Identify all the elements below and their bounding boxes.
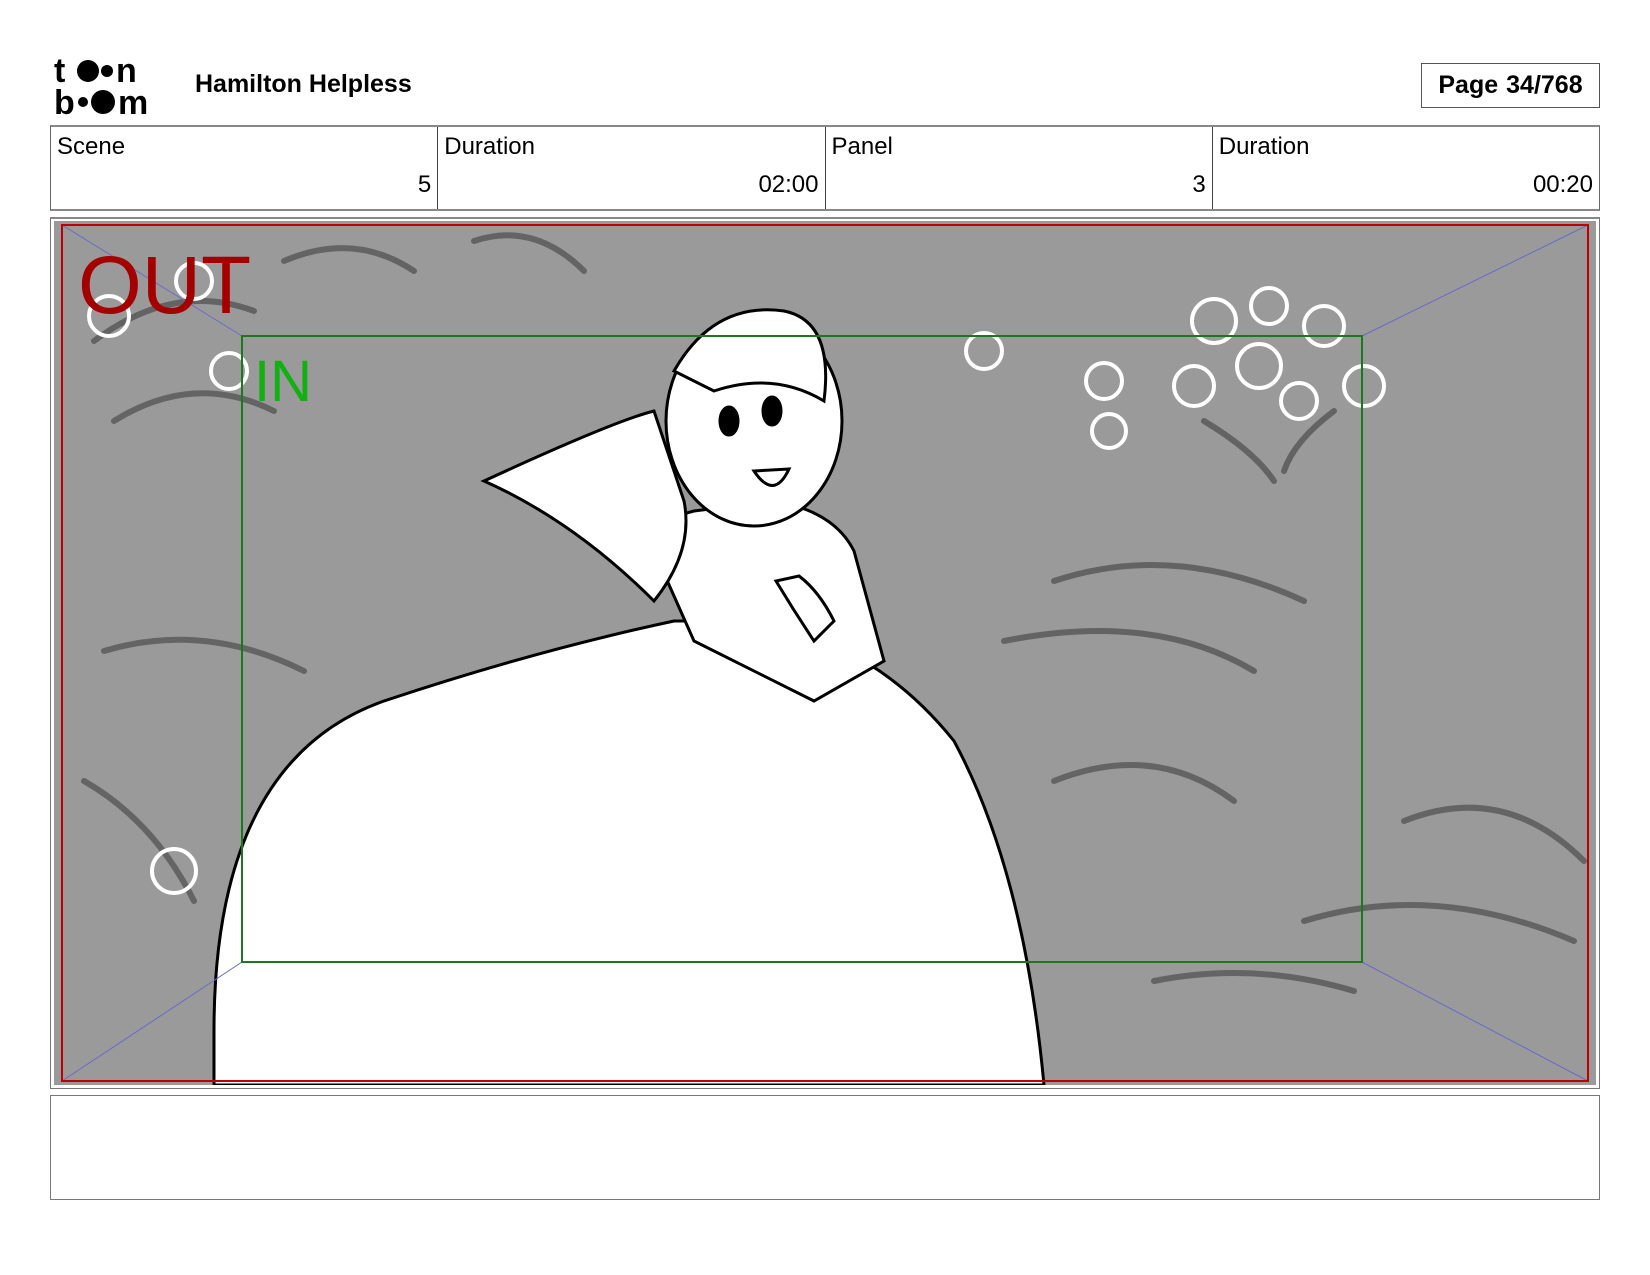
panel-info-table: Scene 5 Duration 02:00 Panel 3 Duration … xyxy=(50,125,1600,211)
page-indicator: Page 34/768 xyxy=(1421,63,1600,108)
scene-value: 5 xyxy=(417,171,432,198)
scene-duration-value: 02:00 xyxy=(758,171,819,198)
scene-cell: Scene 5 xyxy=(51,127,439,209)
scene-duration-cell: Duration 02:00 xyxy=(438,127,826,209)
scene-label: Scene xyxy=(57,133,126,160)
svg-text:m: m xyxy=(118,84,148,116)
panel-label: Panel xyxy=(831,133,893,160)
panel-notes-box[interactable] xyxy=(50,1095,1600,1200)
panel-cell: Panel 3 xyxy=(826,127,1213,209)
panel-value: 3 xyxy=(1192,171,1206,198)
diagonal-guide xyxy=(1361,224,1589,337)
in-frame-rect xyxy=(241,335,1363,963)
diagonal-guide xyxy=(1361,961,1589,1082)
scene-duration-label: Duration xyxy=(444,133,535,160)
toon-boom-logo: t n b m xyxy=(54,52,170,122)
project-title: Hamilton Helpless xyxy=(195,70,412,98)
page-value: 34/768 xyxy=(1506,71,1583,99)
in-frame-label: IN xyxy=(254,349,312,414)
panel-duration-value: 00:20 xyxy=(1532,171,1593,198)
panel-duration-cell: Duration 00:20 xyxy=(1213,127,1599,209)
diagonal-guide xyxy=(61,961,243,1082)
svg-text:b: b xyxy=(54,84,75,116)
page-label: Page xyxy=(1438,71,1499,99)
storyboard-drawing: OUT IN xyxy=(54,221,1596,1085)
out-frame-label: OUT xyxy=(78,240,252,331)
panel-duration-label: Duration xyxy=(1218,133,1310,160)
